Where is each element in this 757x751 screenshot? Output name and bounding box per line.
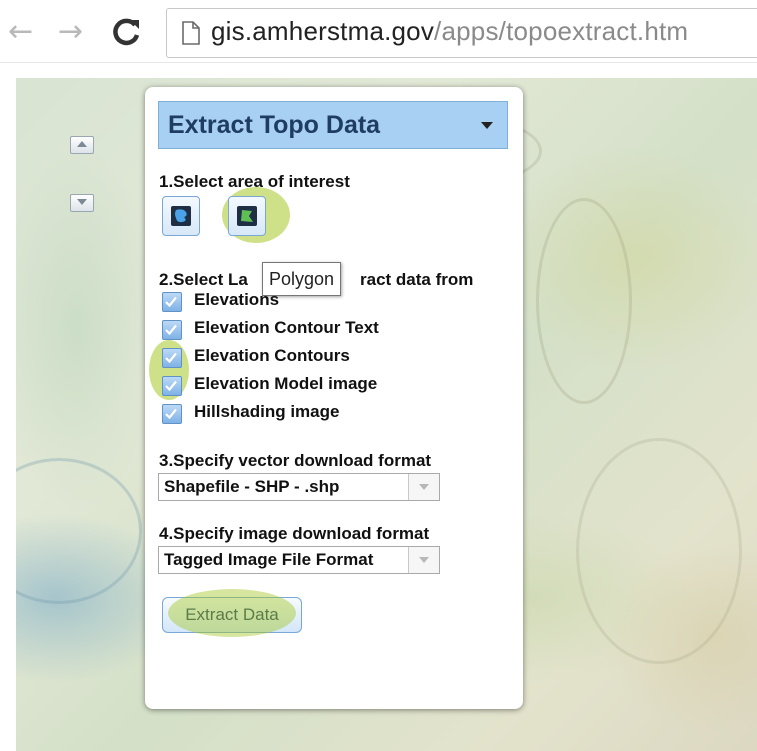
terrain-ridge <box>576 438 742 664</box>
step2-label-tail: ract data from <box>360 270 474 289</box>
checkmark-icon <box>165 296 177 307</box>
url-text: gis.amherstma.gov/apps/topoextract.htm <box>211 16 688 47</box>
checkmark-icon <box>165 324 177 335</box>
layer-label: Elevation Contour Text <box>194 318 379 337</box>
checkbox[interactable] <box>162 292 182 312</box>
freehand-select-icon <box>171 206 191 226</box>
toolbar-divider <box>0 62 757 63</box>
browser-toolbar: ← → gis.amherstma.gov/apps/topoextract.h… <box>0 0 757 62</box>
panel-header[interactable]: Extract Topo Data <box>158 101 508 149</box>
layer-label: Elevation Contours <box>194 346 350 365</box>
select-value: Tagged Image File Format <box>164 550 374 569</box>
back-arrow-icon[interactable]: ← <box>8 14 33 50</box>
chevron-down-icon[interactable] <box>408 474 439 500</box>
chevron-up-icon <box>77 141 87 147</box>
checkmark-icon <box>165 380 177 391</box>
step3-label: 3.Specify vector download format <box>159 451 432 470</box>
vector-format-select[interactable]: Shapefile - SHP - .shp <box>158 473 440 501</box>
freehand-tool-button[interactable] <box>162 196 200 236</box>
image-format-select[interactable]: Tagged Image File Format <box>158 546 440 574</box>
terrain-ridge <box>536 198 632 404</box>
polygon-tool-button[interactable] <box>228 196 266 236</box>
chevron-down-icon[interactable] <box>408 547 439 573</box>
step2-label-start: 2.Select La <box>159 270 248 289</box>
chevron-down-icon <box>77 199 87 205</box>
page-icon <box>181 21 201 50</box>
url-host: gis.amherstma.gov <box>211 16 435 46</box>
checkmark-icon <box>165 352 177 363</box>
checkbox[interactable] <box>162 376 182 396</box>
step4-label: 4.Specify image download format <box>159 524 430 543</box>
checkbox[interactable] <box>162 348 182 368</box>
dropdown-caret-icon[interactable] <box>481 122 493 129</box>
layer-label: Elevations <box>194 290 280 309</box>
pan-down-button[interactable] <box>70 194 94 212</box>
layer-label: Elevation Model image <box>194 374 378 393</box>
layer-label: Hillshading image <box>194 402 340 421</box>
checkbox[interactable] <box>162 404 182 424</box>
forward-arrow-icon[interactable]: → <box>58 14 83 50</box>
reload-icon[interactable] <box>108 14 144 50</box>
highlight-marker <box>168 589 296 637</box>
select-value: Shapefile - SHP - .shp <box>164 477 340 496</box>
polygon-select-icon <box>237 206 257 226</box>
pan-up-button[interactable] <box>70 136 94 154</box>
terrain-ridge <box>16 458 142 604</box>
panel-title: Extract Topo Data <box>168 111 381 139</box>
checkmark-icon <box>165 408 177 419</box>
step2-label: 2.Select La <box>159 270 248 290</box>
url-path: /apps/topoextract.htm <box>434 16 689 46</box>
address-bar[interactable]: gis.amherstma.gov/apps/topoextract.htm <box>166 8 757 58</box>
checkbox[interactable] <box>162 320 182 340</box>
